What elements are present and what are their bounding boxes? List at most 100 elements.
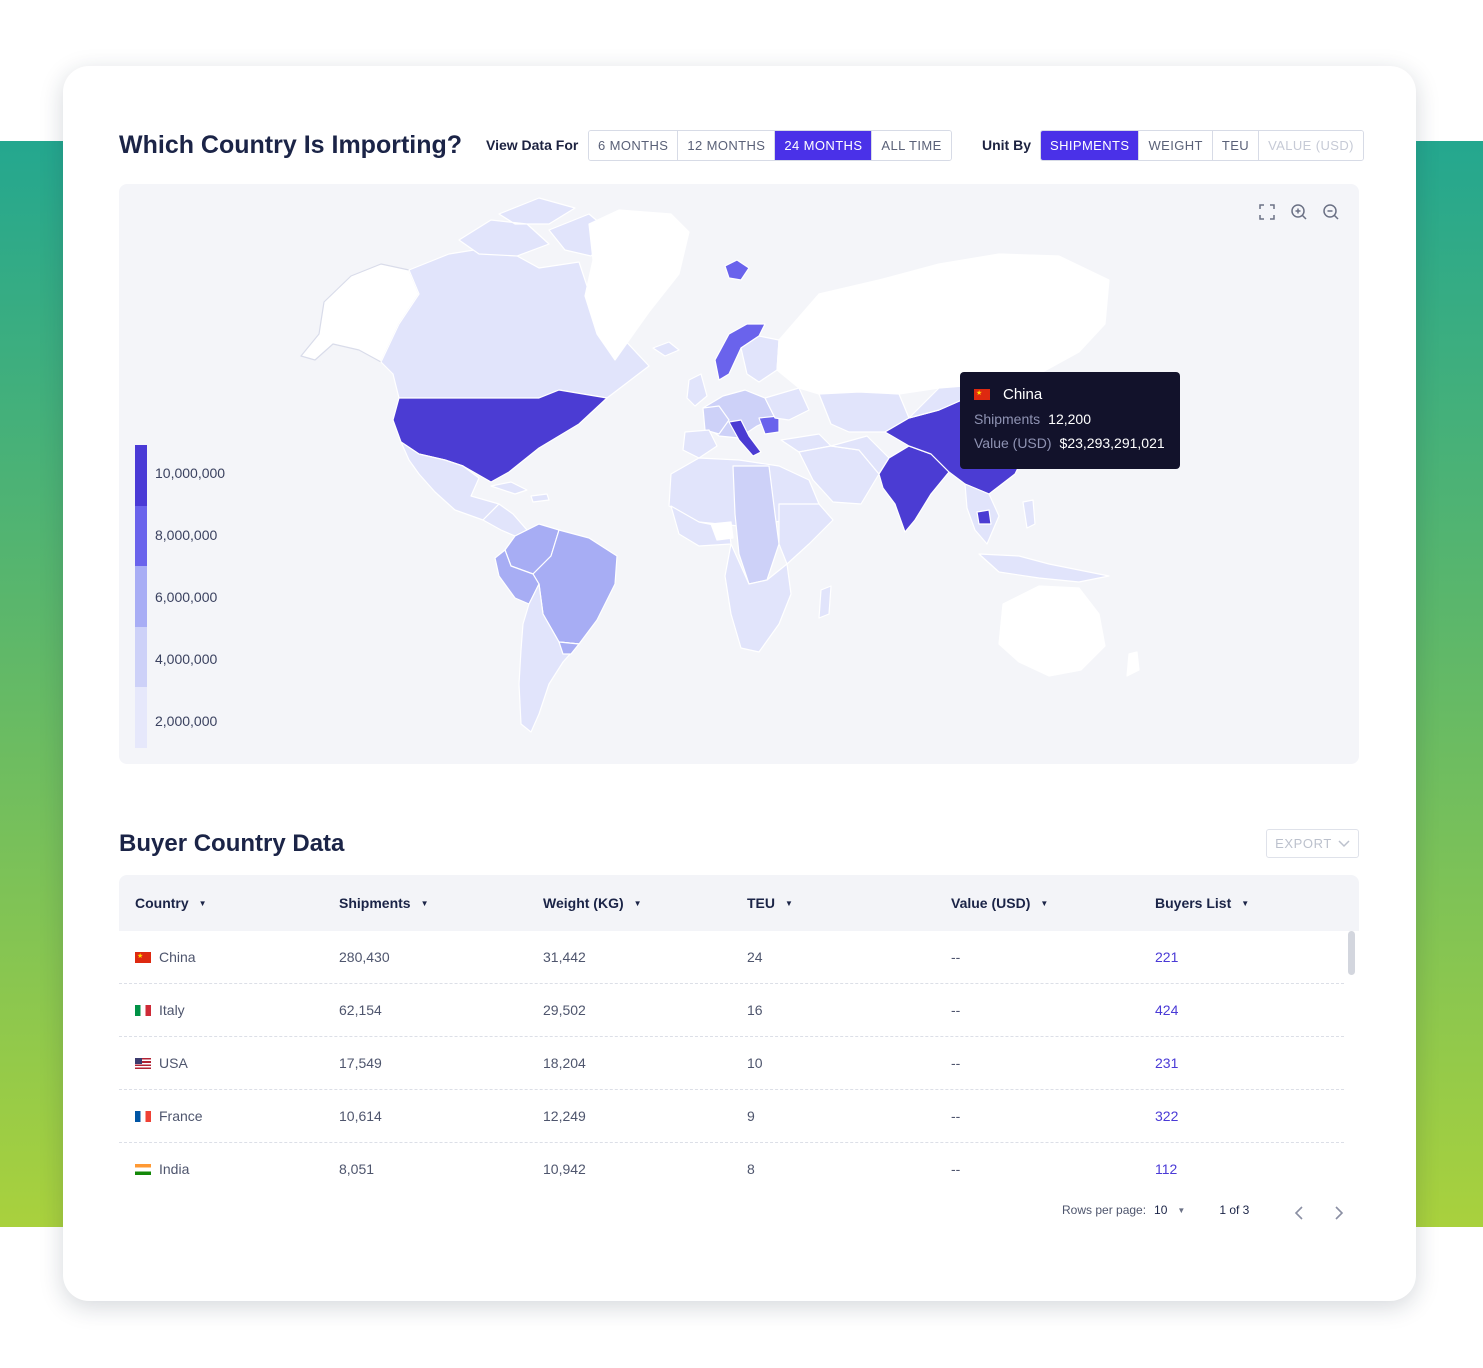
cell-teu: 24: [747, 949, 763, 965]
chevron-right-icon[interactable]: [1334, 1206, 1344, 1220]
table-row[interactable]: ★ China 280,430 31,442 24 -- 221: [119, 931, 1344, 984]
period-all-time-button[interactable]: ALL TIME: [872, 131, 951, 160]
cell-teu: 9: [747, 1108, 755, 1124]
world-map[interactable]: [119, 184, 1359, 764]
buyers-list-link[interactable]: 221: [1155, 931, 1178, 983]
cell-value: --: [951, 949, 961, 965]
table-row[interactable]: USA 17,549 18,204 10 -- 231: [119, 1037, 1344, 1090]
map-region-caribbean[interactable]: [490, 481, 550, 503]
cell-teu: 16: [747, 1002, 763, 1018]
map-region-philippines[interactable]: [1022, 499, 1036, 529]
view-period-selector: 6 MONTHS 12 MONTHS 24 MONTHS ALL TIME: [588, 130, 952, 161]
chevron-down-icon: [1338, 839, 1350, 847]
caret-down-icon[interactable]: ▼: [1177, 1206, 1185, 1215]
legend-label: 2,000,000: [155, 713, 218, 729]
column-header-country[interactable]: Country ▼: [135, 875, 207, 931]
column-header-buyers[interactable]: Buyers List ▼: [1155, 875, 1249, 931]
table-body: ★ China 280,430 31,442 24 -- 221 Italy 6…: [119, 931, 1359, 1191]
map-region-indonesia[interactable]: [978, 553, 1110, 583]
cell-value: --: [951, 1055, 961, 1071]
column-header-shipments[interactable]: Shipments ▼: [339, 875, 429, 931]
page-indicator: 1 of 3: [1219, 1203, 1250, 1217]
china-flag-icon: ★: [974, 389, 990, 400]
china-flag-icon: ★: [135, 951, 151, 963]
unit-by-label: Unit By: [982, 137, 1031, 153]
map-region-iceland[interactable]: [652, 341, 680, 357]
table-row[interactable]: India 8,051 10,942 8 -- 112: [119, 1143, 1344, 1191]
column-header-value[interactable]: Value (USD) ▼: [951, 875, 1048, 931]
map-region-svalbard[interactable]: [724, 259, 750, 281]
export-label: EXPORT: [1275, 836, 1332, 851]
legend-label: 10,000,000: [155, 465, 226, 481]
cell-teu: 10: [747, 1055, 763, 1071]
india-flag-icon: [135, 1163, 151, 1175]
cell-value: --: [951, 1161, 961, 1177]
table-scrollbar[interactable]: [1348, 931, 1355, 1191]
unit-shipments-button[interactable]: SHIPMENTS: [1041, 131, 1140, 160]
cell-weight: 29,502: [543, 1002, 586, 1018]
legend-label: 8,000,000: [155, 527, 218, 543]
buyers-list-link[interactable]: 424: [1155, 984, 1178, 1036]
sort-caret-icon: ▼: [785, 898, 793, 908]
buyers-list-link[interactable]: 322: [1155, 1090, 1178, 1142]
column-header-weight[interactable]: Weight (KG) ▼: [543, 875, 642, 931]
scrollbar-thumb[interactable]: [1348, 931, 1355, 975]
chevron-left-icon[interactable]: [1294, 1206, 1304, 1220]
cell-value: --: [951, 1002, 961, 1018]
sort-caret-icon: ▼: [1040, 898, 1049, 908]
cell-country: France: [135, 1090, 203, 1142]
unit-teu-button[interactable]: TEU: [1212, 131, 1260, 160]
cell-value: --: [951, 1108, 961, 1124]
sort-caret-icon: ▼: [1241, 898, 1250, 908]
cell-country: USA: [135, 1037, 188, 1089]
cell-shipments: 62,154: [339, 1002, 382, 1018]
map-region-iberia[interactable]: [682, 429, 718, 459]
export-button[interactable]: EXPORT: [1266, 829, 1359, 858]
period-12-months-button[interactable]: 12 MONTHS: [678, 131, 776, 160]
france-flag-icon: [135, 1110, 151, 1122]
map-region-east-africa[interactable]: [778, 503, 834, 565]
legend-swatch: [135, 566, 147, 627]
buyers-list-link[interactable]: 231: [1155, 1037, 1178, 1089]
cell-shipments: 17,549: [339, 1055, 382, 1071]
world-map-panel[interactable]: 10,000,000 8,000,000 6,000,000 4,000,000…: [119, 184, 1359, 764]
tooltip-value-label: Value (USD): [974, 435, 1052, 451]
table-row[interactable]: Italy 62,154 29,502 16 -- 424: [119, 984, 1344, 1037]
map-region-uk[interactable]: [686, 373, 708, 407]
cell-country: Italy: [135, 984, 185, 1036]
pagination: Rows per page: 10 ▼ 1 of 3: [1062, 1203, 1249, 1217]
tooltip-value-value: $23,293,291,021: [1059, 435, 1165, 451]
map-region-new-zealand[interactable]: [1126, 651, 1140, 677]
cell-shipments: 280,430: [339, 949, 390, 965]
map-region-madagascar[interactable]: [818, 585, 832, 619]
period-24-months-button[interactable]: 24 MONTHS: [775, 131, 873, 160]
tooltip-country: China: [1003, 386, 1043, 403]
table-header: Country ▼ Shipments ▼ Weight (KG) ▼ TEU ▼ Va…: [119, 875, 1359, 931]
buyers-list-link[interactable]: 112: [1155, 1143, 1177, 1191]
rows-per-page-select[interactable]: 10: [1154, 1203, 1167, 1217]
cell-shipments: 10,614: [339, 1108, 382, 1124]
map-region-cambodia[interactable]: [976, 509, 992, 525]
view-data-label: View Data For: [486, 137, 579, 153]
cell-country: India: [135, 1143, 189, 1191]
table-row[interactable]: France 10,614 12,249 9 -- 322: [119, 1090, 1344, 1143]
cell-weight: 31,442: [543, 949, 586, 965]
table-section-title: Buyer Country Data: [119, 830, 345, 857]
cell-shipments: 8,051: [339, 1161, 375, 1177]
sort-caret-icon: ▼: [420, 898, 429, 908]
column-header-teu[interactable]: TEU ▼: [747, 875, 793, 931]
legend-swatch: [135, 445, 147, 506]
rows-per-page-label: Rows per page:: [1062, 1203, 1147, 1217]
map-region-greenland[interactable]: [584, 209, 690, 361]
period-6-months-button[interactable]: 6 MONTHS: [589, 131, 679, 160]
cell-country: ★ China: [135, 949, 196, 965]
unit-selector: SHIPMENTS WEIGHT TEU VALUE (USD): [1040, 130, 1364, 161]
cell-weight: 10,942: [543, 1161, 586, 1177]
sort-caret-icon: ▼: [633, 898, 642, 908]
map-region-uruguay[interactable]: [558, 641, 580, 655]
unit-weight-button[interactable]: WEIGHT: [1139, 131, 1213, 160]
tooltip-shipments-value: 12,200: [1048, 411, 1091, 427]
italy-flag-icon: [135, 1004, 151, 1016]
map-region-australia[interactable]: [998, 585, 1106, 677]
usa-flag-icon: [135, 1057, 151, 1069]
